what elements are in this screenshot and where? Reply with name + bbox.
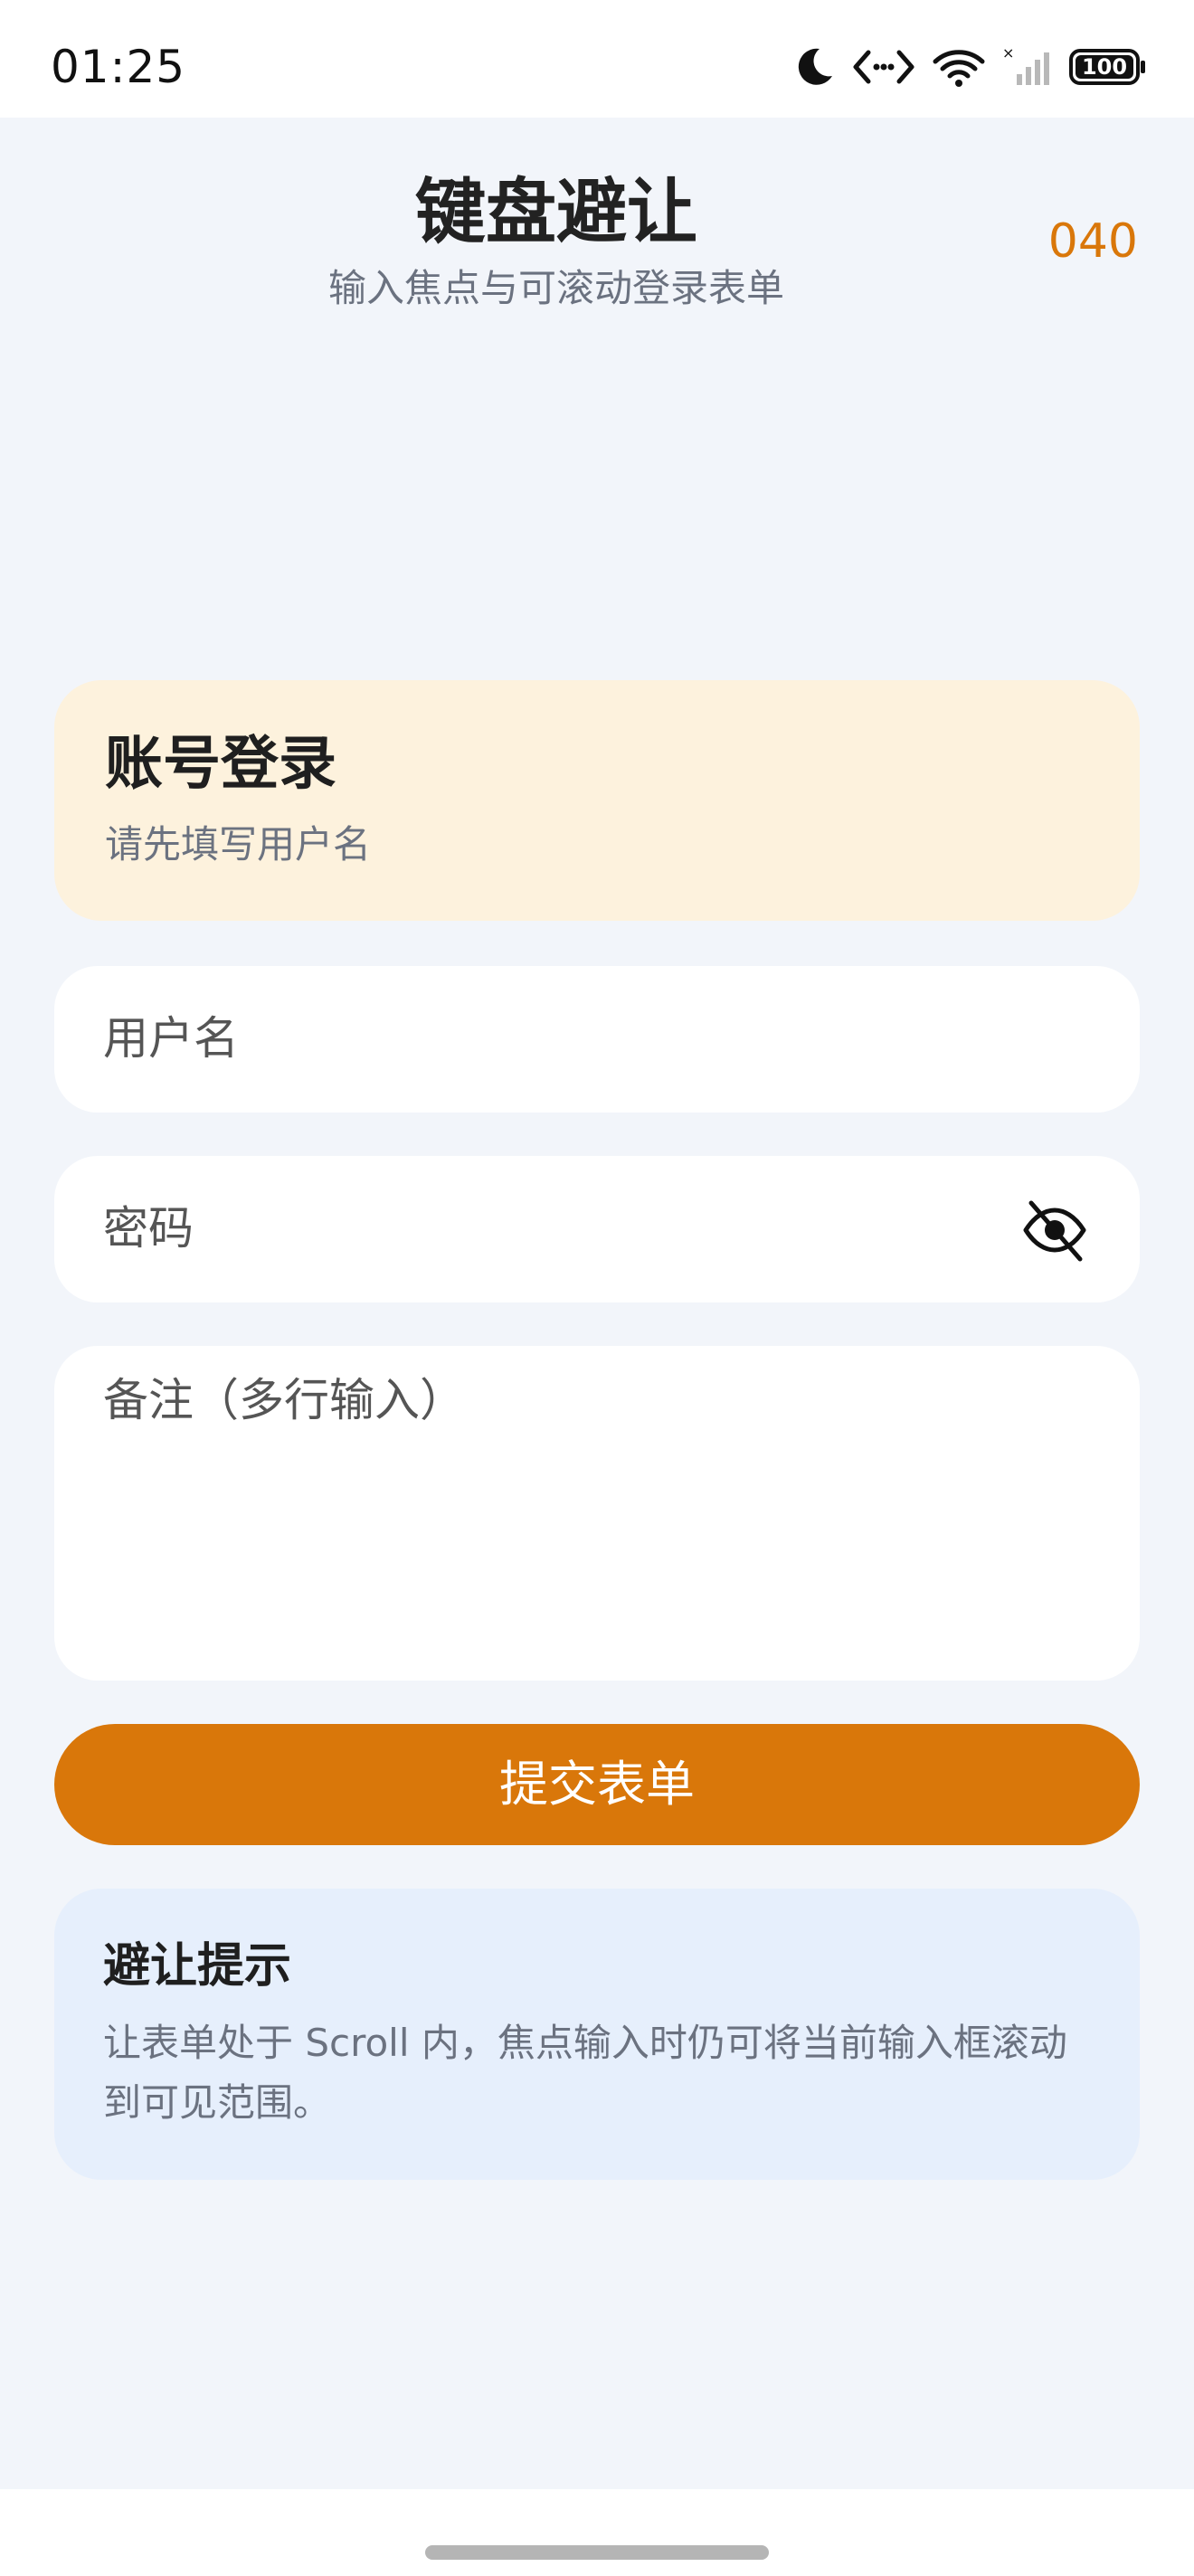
battery-level: 100 (1081, 54, 1128, 80)
home-indicator[interactable] (425, 2545, 769, 2560)
password-placeholder: 密码 (103, 1202, 194, 1255)
tip-card: 避让提示 让表单处于 Scroll 内，焦点输入时仍可将当前输入框滚动到可见范围… (54, 1889, 1140, 2180)
status-icons: × 100 (792, 40, 1147, 94)
moon-icon (792, 45, 836, 89)
remark-textarea[interactable]: 备注（多行输入） (54, 1346, 1140, 1681)
tip-title: 避让提示 (103, 1939, 292, 1994)
signal-icon: × (1002, 45, 1053, 89)
bottom-bar (0, 2489, 1194, 2576)
page-counter: 040 (1047, 214, 1138, 269)
login-hint: 请先填写用户名 (105, 822, 372, 867)
dev-code-icon (852, 45, 915, 89)
wifi-icon (932, 45, 986, 89)
page-subtitle: 输入焦点与可滚动登录表单 (327, 266, 784, 310)
username-field[interactable]: 用户名 (54, 966, 1140, 1113)
status-time: 01:25 (51, 41, 186, 93)
login-title: 账号登录 (105, 731, 336, 798)
remark-placeholder: 备注（多行输入） (103, 1374, 465, 1426)
eye-off-icon[interactable] (1019, 1194, 1091, 1266)
status-bar: 01:25 × 100 (0, 0, 1194, 118)
tip-body: 让表单处于 Scroll 内，焦点输入时仍可将当前输入框滚动到可见范围。 (103, 2021, 1067, 2125)
username-placeholder: 用户名 (103, 1012, 239, 1065)
page-title: 键盘避让 (414, 172, 697, 253)
submit-button[interactable]: 提交表单 (54, 1724, 1140, 1845)
password-field[interactable]: 密码 (54, 1156, 1140, 1302)
login-card: 账号登录 请先填写用户名 (54, 680, 1140, 921)
battery-icon: 100 (1069, 47, 1147, 87)
svg-text:×: × (1002, 45, 1014, 62)
